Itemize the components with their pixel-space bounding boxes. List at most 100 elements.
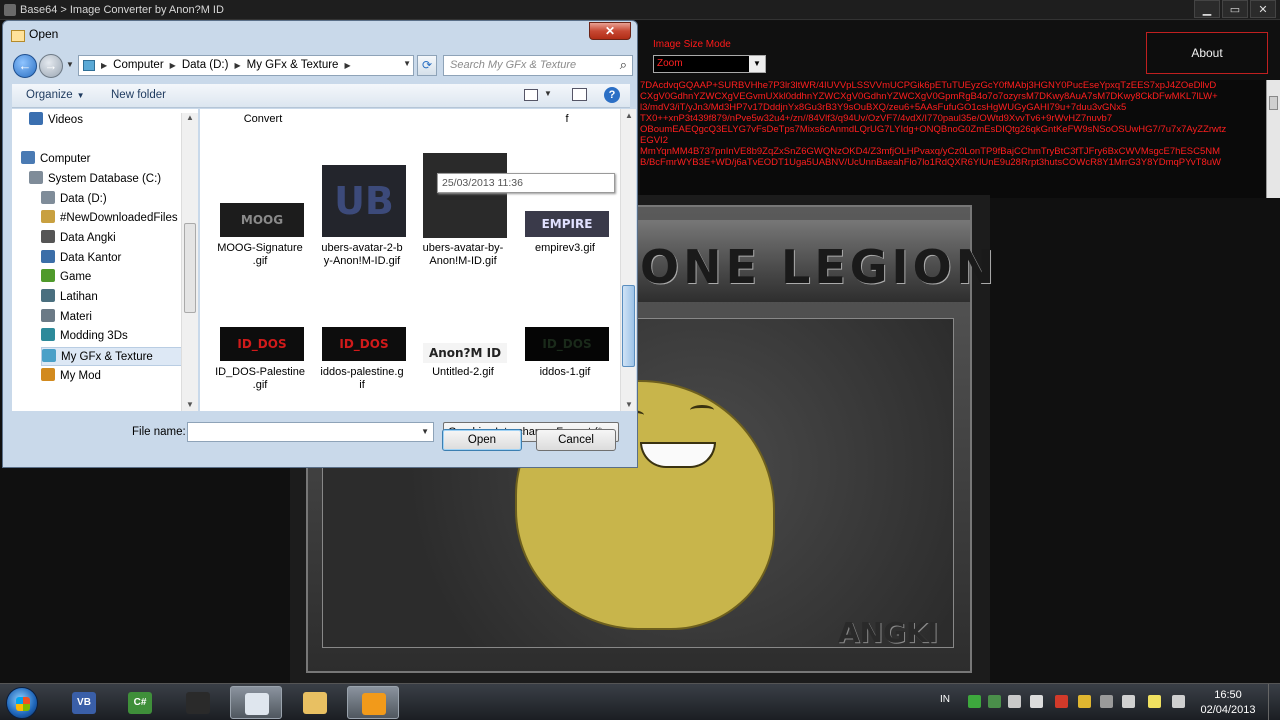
recent-pages-dropdown[interactable]: ▼ bbox=[66, 60, 74, 69]
taskbar-app-button[interactable] bbox=[347, 686, 399, 719]
file-thumbnail[interactable]: UB bbox=[322, 165, 406, 237]
nav-item[interactable]: Modding 3Ds bbox=[41, 327, 128, 346]
chevron-right-icon[interactable]: ▶ bbox=[170, 59, 176, 73]
display-icon[interactable] bbox=[1172, 695, 1185, 708]
help-icon[interactable]: ? bbox=[604, 87, 620, 103]
navigation-scrollbar[interactable]: ▲ ▼ bbox=[181, 113, 198, 411]
tray-app-icon[interactable] bbox=[1008, 695, 1021, 708]
nav-item[interactable]: Game bbox=[41, 268, 91, 287]
volume-icon[interactable] bbox=[1122, 695, 1135, 708]
scroll-up-icon[interactable]: ▲ bbox=[186, 113, 194, 122]
scroll-thumb[interactable] bbox=[184, 223, 196, 313]
start-button[interactable] bbox=[6, 687, 38, 719]
nav-item[interactable]: My GFx & Texture bbox=[41, 347, 198, 366]
language-indicator[interactable]: IN bbox=[940, 694, 950, 705]
file-thumbnail[interactable] bbox=[423, 153, 507, 238]
base64-line: EGVI2 bbox=[640, 135, 668, 146]
tray-app-icon[interactable] bbox=[1030, 695, 1043, 708]
scroll-down-icon[interactable]: ▼ bbox=[625, 400, 633, 409]
nav-item-label: Data Angki bbox=[60, 232, 116, 244]
show-desktop-button[interactable] bbox=[1268, 684, 1280, 720]
search-input[interactable]: Search My GFx & Texture ⌕ bbox=[443, 55, 633, 76]
taskbar-app-button[interactable] bbox=[230, 686, 282, 719]
thumbnail-text: MOOG bbox=[240, 213, 284, 227]
cancel-button[interactable]: Cancel bbox=[536, 429, 616, 451]
nav-item[interactable]: Materi bbox=[41, 308, 92, 327]
base64-scrollbar[interactable] bbox=[1266, 80, 1280, 198]
nav-item[interactable]: My Mod bbox=[41, 367, 101, 386]
nav-item[interactable]: Latihan bbox=[41, 288, 98, 307]
dialog-close-button[interactable]: ✕ bbox=[589, 22, 631, 40]
network-icon[interactable] bbox=[1100, 695, 1113, 708]
scroll-up-icon[interactable]: ▲ bbox=[625, 111, 633, 120]
file-thumbnail[interactable]: MOOG bbox=[220, 203, 304, 237]
file-thumbnail[interactable]: Anon?M ID bbox=[423, 343, 507, 363]
chevron-right-icon[interactable]: ▶ bbox=[344, 59, 350, 73]
breadcrumb-item[interactable]: My GFx & Texture bbox=[247, 59, 339, 73]
base64-line: B/BcFmrWYB3E+WD/j6aTvEODT1Uga5UABNV/UcUn… bbox=[640, 157, 1222, 168]
nav-item[interactable]: Data Kantor bbox=[41, 249, 121, 268]
thumbnail-text bbox=[423, 153, 507, 238]
nav-item[interactable]: Computer bbox=[21, 150, 91, 169]
taskbar-app-button[interactable] bbox=[172, 686, 224, 719]
chevron-down-icon[interactable]: ▼ bbox=[403, 59, 411, 68]
scroll-down-icon[interactable]: ▼ bbox=[186, 400, 194, 409]
tray-app-icon[interactable] bbox=[1078, 695, 1091, 708]
about-button[interactable]: About bbox=[1146, 32, 1268, 74]
preview-pane-icon[interactable] bbox=[572, 88, 587, 101]
action-center-icon[interactable] bbox=[1148, 695, 1161, 708]
maximize-button[interactable]: ▭ bbox=[1222, 0, 1248, 18]
breadcrumb-item[interactable]: Data (D:) bbox=[182, 59, 229, 73]
file-thumbnail[interactable]: ID_DOS bbox=[322, 327, 406, 361]
nav-item[interactable]: Data Angki bbox=[41, 229, 116, 248]
image-size-mode-select[interactable]: Zoom ▼ bbox=[653, 55, 766, 73]
file-name-label: f bbox=[565, 113, 569, 125]
chevron-right-icon[interactable]: ▶ bbox=[234, 59, 240, 73]
taskbar-app-button[interactable]: C# bbox=[114, 686, 166, 719]
desktop: Base64 > Image Converter by Anon?M ID ▁ … bbox=[0, 0, 1280, 720]
tray-app-icon[interactable] bbox=[968, 695, 981, 708]
file-name-label: Untitled-2.gif bbox=[432, 366, 494, 378]
file-thumbnail[interactable]: ID_DOS bbox=[525, 327, 609, 361]
refresh-button[interactable]: ⟳ bbox=[417, 55, 437, 76]
folder-icon bbox=[41, 210, 55, 223]
base64-line: l3/mdV3/iT/yJn3/Md3HP7v17DddjnYx8Gu3rB3Y… bbox=[640, 102, 1127, 113]
file-thumbnail[interactable]: ID_DOS bbox=[220, 327, 304, 361]
file-name-label: MOOG-Signature bbox=[217, 242, 303, 254]
close-button[interactable]: ✕ bbox=[1250, 0, 1276, 18]
file-list-scrollbar[interactable]: ▲ ▼ bbox=[620, 109, 636, 411]
chevron-right-icon[interactable]: ▶ bbox=[101, 59, 107, 73]
organize-button[interactable]: Organize ▼ bbox=[26, 89, 85, 101]
nav-item-label: Modding 3Ds bbox=[60, 330, 128, 342]
new-folder-button[interactable]: New folder bbox=[111, 89, 166, 101]
file-thumbnail[interactable]: EMPIRE bbox=[525, 211, 609, 237]
nav-item-label: Videos bbox=[48, 114, 83, 126]
navigation-pane: Videos Computer System Database (C:) Data (… bbox=[12, 109, 198, 411]
nav-item[interactable]: Videos bbox=[29, 111, 83, 130]
taskbar-clock[interactable]: 16:50 02/04/2013 bbox=[1198, 688, 1258, 718]
nav-item[interactable]: Data (D:) bbox=[41, 190, 107, 209]
chevron-down-icon[interactable]: ▼ bbox=[421, 427, 429, 436]
clock-date: 02/04/2013 bbox=[1200, 704, 1256, 716]
back-button[interactable]: ← bbox=[13, 54, 37, 78]
change-view-icon[interactable] bbox=[524, 89, 538, 101]
base64-output-textbox[interactable]: 7DAcdvqGQAAP+SURBVHhe7P3lr3ltWR/4IUVVpLS… bbox=[640, 80, 1266, 198]
breadcrumb-item[interactable]: Computer bbox=[113, 59, 164, 73]
chevron-down-icon[interactable]: ▼ bbox=[544, 89, 552, 98]
taskbar-app-button[interactable]: VB bbox=[58, 686, 110, 719]
nav-item-label: Data Kantor bbox=[60, 252, 122, 264]
file-name-input[interactable]: ▼ bbox=[187, 422, 434, 442]
scroll-thumb[interactable] bbox=[622, 285, 635, 367]
open-button[interactable]: Open bbox=[442, 429, 522, 451]
tray-app-icon[interactable] bbox=[988, 695, 1001, 708]
nav-item[interactable]: #NewDownloadedFiles bbox=[41, 209, 178, 228]
minimize-button[interactable]: ▁ bbox=[1194, 0, 1220, 18]
clock-time: 16:50 bbox=[1214, 689, 1242, 701]
taskbar-app-button[interactable] bbox=[289, 686, 341, 719]
nav-item[interactable]: System Database (C:) bbox=[29, 170, 161, 189]
tray-app-icon[interactable] bbox=[1055, 695, 1068, 708]
forward-button[interactable]: → bbox=[39, 54, 63, 78]
address-bar[interactable]: ▶ Computer ▶ Data (D:) ▶ My GFx & Texture ▶ ▼ bbox=[78, 55, 414, 76]
search-icon[interactable]: ⌕ bbox=[620, 57, 627, 73]
file-name-label-cont: .gif bbox=[252, 379, 268, 391]
